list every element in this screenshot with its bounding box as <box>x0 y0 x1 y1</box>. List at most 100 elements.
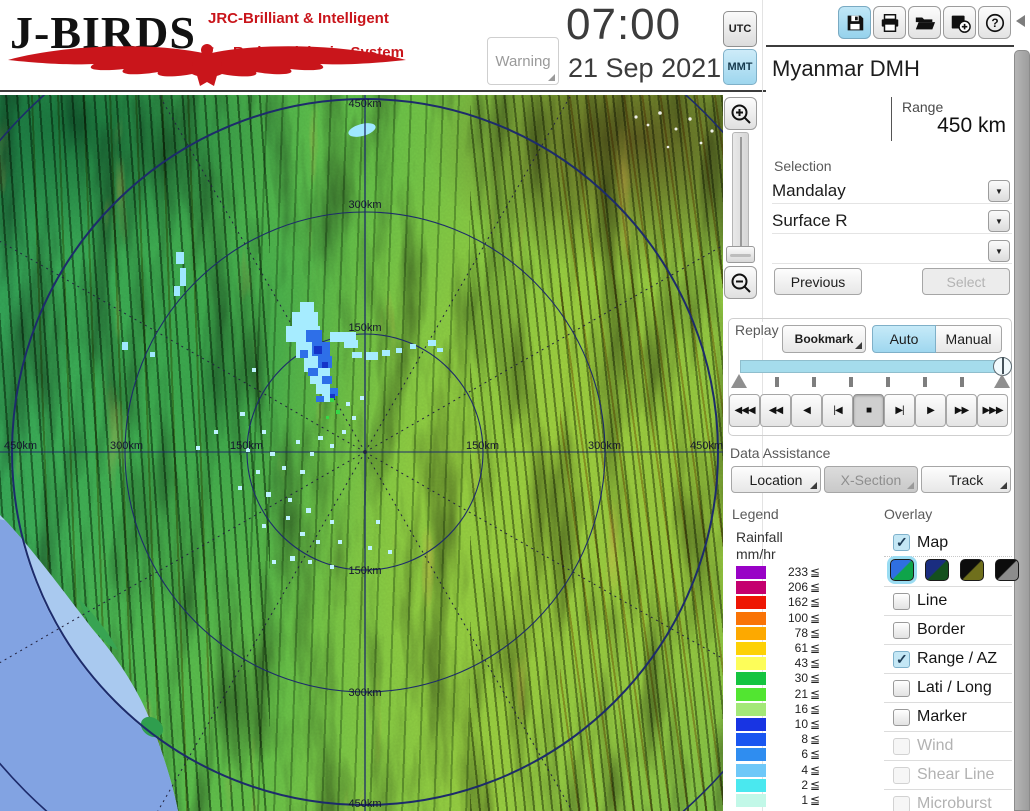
warning-button[interactable]: Warning <box>487 37 559 85</box>
eagle-logo-icon <box>8 44 406 86</box>
site-dropdown[interactable]: Mandalay <box>772 178 1012 204</box>
legend-value: 61 <box>794 641 808 655</box>
legend-color-swatch <box>736 642 766 655</box>
print-button[interactable] <box>873 6 906 39</box>
legend-operator: ≦ <box>810 763 821 777</box>
map-style-swatch-1[interactable] <box>890 559 914 581</box>
range-az-checkbox[interactable] <box>893 650 910 668</box>
map-style-swatch-3[interactable] <box>960 559 984 581</box>
lati-long-checkbox[interactable] <box>893 679 910 697</box>
collapse-panel-arrow-icon[interactable] <box>1016 15 1025 27</box>
utc-button-label: UTC <box>728 23 752 35</box>
overlay-item-line[interactable]: Line <box>884 586 1012 615</box>
export-image-button[interactable] <box>943 6 976 39</box>
header-divider <box>0 90 766 92</box>
bookmark-button[interactable]: Bookmark <box>782 325 866 353</box>
help-icon: ? <box>985 13 1004 32</box>
replay-range-start-marker[interactable] <box>731 374 747 388</box>
xsection-button[interactable]: X-Section <box>824 466 918 493</box>
legend-color-swatch <box>736 672 766 685</box>
lake <box>348 123 376 137</box>
auto-button[interactable]: Auto <box>872 325 936 353</box>
map-zoom-in-button[interactable] <box>724 97 757 130</box>
border-checkbox[interactable] <box>893 621 910 639</box>
legend-color-swatch <box>736 703 766 716</box>
map-checkbox[interactable] <box>893 534 910 551</box>
playback-fast-rewind-button[interactable]: ◀◀◀ <box>729 394 760 427</box>
overlay-item-label: Shear Line <box>917 766 995 783</box>
playback-step-back-button[interactable]: |◀ <box>822 394 853 427</box>
overlay-item-map[interactable]: Map <box>884 528 1012 557</box>
map-style-swatch-4[interactable] <box>995 559 1019 581</box>
product-dropdown[interactable]: Surface R <box>772 208 1012 234</box>
extra-dropdown[interactable] <box>772 238 1012 264</box>
overlay-item-range-az[interactable]: Range / AZ <box>884 644 1012 673</box>
playback-forward-button[interactable]: ▶▶ <box>946 394 977 427</box>
map-zoom-out-button[interactable] <box>724 266 757 299</box>
overlay-item-wind: Wind <box>884 731 1012 760</box>
manual-button[interactable]: Manual <box>936 325 1002 353</box>
marker-checkbox[interactable] <box>893 708 910 726</box>
legend-color-swatch <box>736 794 766 807</box>
map-zoom-slider-track[interactable] <box>732 132 749 258</box>
slider-tick <box>849 377 853 387</box>
overlay-item-lati-long[interactable]: Lati / Long <box>884 673 1012 702</box>
playback-stop-button[interactable]: ■ <box>853 394 884 427</box>
ring-label: 300km <box>110 440 143 452</box>
utc-button[interactable]: UTC <box>723 11 757 47</box>
previous-button[interactable]: Previous <box>774 268 862 295</box>
overlay-item-border[interactable]: Border <box>884 615 1012 644</box>
mmt-button-label: MMT <box>727 61 753 73</box>
track-button-label: Track <box>948 471 984 488</box>
help-button[interactable]: ? <box>978 6 1011 39</box>
playback-play-button[interactable]: ▶ <box>915 394 946 427</box>
track-button[interactable]: Track <box>921 466 1011 493</box>
map-style-swatch-2[interactable] <box>925 559 949 581</box>
legend-color-swatch <box>736 566 766 579</box>
playback-fast-forward-button[interactable]: ▶▶▶ <box>977 394 1008 427</box>
playback-step-forward-button[interactable]: ▶| <box>884 394 915 427</box>
slider-tick <box>886 377 890 387</box>
precip-echo <box>196 302 443 569</box>
line-checkbox[interactable] <box>893 592 910 610</box>
legend-row: 233 ≦ <box>736 566 826 579</box>
legend-value: 206 <box>787 580 808 594</box>
overlay-item-label: Microburst <box>917 795 992 811</box>
replay-range-end-marker[interactable] <box>994 374 1010 388</box>
location-button[interactable]: Location <box>731 466 821 493</box>
replay-label: Replay <box>733 322 781 338</box>
export-image-icon <box>951 15 971 33</box>
bookmark-menu-corner-icon <box>855 342 862 349</box>
ring-label: 450km <box>348 798 381 810</box>
jbirds-window: J-BIRDS JRC-Brilliant & Intelligent Rada… <box>0 0 1030 811</box>
microburst-checkbox <box>893 795 910 811</box>
legend-row: 10 ≦ <box>736 718 826 731</box>
select-button[interactable]: Select <box>922 268 1010 295</box>
mmt-button[interactable]: MMT <box>723 49 757 85</box>
playback-rewind-button[interactable]: ◀◀ <box>760 394 791 427</box>
ring-label: 150km <box>348 322 381 334</box>
panel-edge-strip[interactable] <box>1014 50 1030 811</box>
save-icon <box>847 15 863 30</box>
legend-operator: ≦ <box>810 626 821 640</box>
playback-play-reverse-button[interactable]: ◀ <box>791 394 822 427</box>
data-assistance-label: Data Assistance <box>730 445 831 461</box>
legend-operator: ≦ <box>810 611 821 625</box>
legend-row: 1 ≦ <box>736 794 826 807</box>
overlay-item-marker[interactable]: Marker <box>884 702 1012 731</box>
replay-time-slider-track[interactable] <box>740 360 1002 373</box>
legend-color-swatch <box>736 718 766 731</box>
radar-map[interactable]: 450km 300km 150km 150km 300km 450km 450k… <box>0 95 723 811</box>
map-zoom-slider-thumb[interactable] <box>726 246 755 263</box>
product-dropdown-arrow-icon[interactable]: ▼ <box>988 210 1010 232</box>
legend-value: 10 <box>794 717 808 731</box>
open-folder-button[interactable] <box>908 6 941 39</box>
legend-unit: mm/hr <box>736 546 776 562</box>
extra-dropdown-arrow-icon[interactable]: ▼ <box>988 240 1010 262</box>
legend-row: 6 ≦ <box>736 748 826 761</box>
legend-row: 206 ≦ <box>736 581 826 594</box>
legend-color-swatch <box>736 733 766 746</box>
legend-row: 43 ≦ <box>736 657 826 670</box>
site-dropdown-arrow-icon[interactable]: ▼ <box>988 180 1010 202</box>
save-button[interactable] <box>838 6 871 39</box>
